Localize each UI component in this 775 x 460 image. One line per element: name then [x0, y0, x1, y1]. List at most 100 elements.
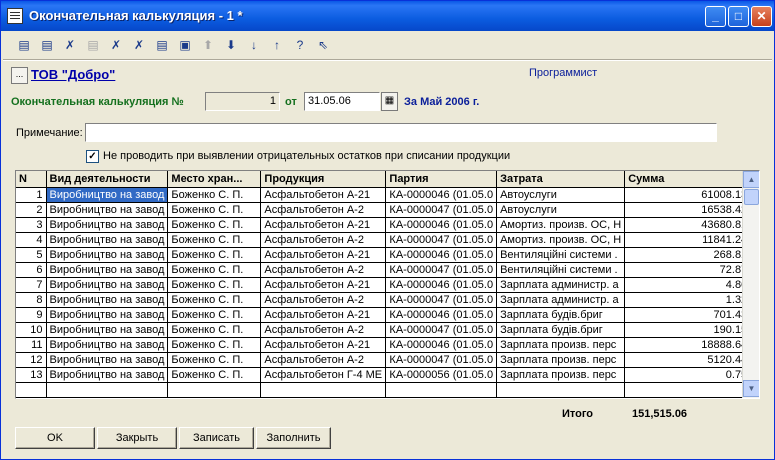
maximize-button[interactable]: □ [728, 6, 749, 27]
table-cell[interactable]: 10 [16, 322, 47, 338]
table-cell[interactable]: КА-0000056 (01.05.0 [385, 367, 498, 383]
help-icon[interactable]: ? [291, 36, 309, 54]
table-cell[interactable]: Амортиз. произв. ОС, Н [496, 217, 626, 233]
table-cell[interactable]: 11841.24 [624, 232, 752, 248]
sort-desc-icon[interactable]: ↑ [268, 36, 286, 54]
note-field[interactable] [85, 123, 717, 142]
table-cell[interactable]: Боженко С. П. [167, 217, 262, 233]
date-field[interactable]: 31.05.06 [304, 92, 380, 111]
save-button[interactable]: Записать [179, 427, 254, 449]
table-row[interactable]: 11 Виробництво на завод Боженко С. П. Асфал… [16, 337, 752, 353]
sort-asc-icon[interactable]: ↓ [245, 36, 263, 54]
column-header[interactable]: N [16, 171, 47, 188]
table-cell[interactable]: 5 [16, 247, 47, 263]
table-cell[interactable]: Автоуслуги [496, 202, 626, 218]
table-cell[interactable]: Боженко С. П. [167, 292, 262, 308]
organization-select-button[interactable]: ... [11, 67, 28, 84]
table-cell[interactable]: Виробництво на завод [46, 217, 169, 233]
table-cell[interactable]: Зарплата администр. а [496, 292, 626, 308]
scroll-up-icon[interactable]: ▲ [743, 171, 759, 188]
table-row[interactable]: 5 Виробництво на завод Боженко С. П. Асфаль… [16, 247, 752, 263]
table-cell[interactable]: 701.43 [624, 307, 752, 323]
table-cell[interactable]: КА-0000047 (01.05.0 [385, 232, 498, 248]
table-cell[interactable]: КА-0000047 (01.05.0 [385, 262, 498, 278]
table-cell[interactable]: 18888.64 [624, 337, 752, 353]
table-cell[interactable]: КА-0000047 (01.05.0 [385, 352, 498, 368]
context-help-icon[interactable]: ⇖ [314, 36, 332, 54]
table-cell[interactable]: Боженко С. П. [167, 187, 262, 203]
table-cell[interactable]: 61008.13 [624, 187, 752, 203]
table-cell[interactable]: 43680.81 [624, 217, 752, 233]
table-cell[interactable]: 190.15 [624, 322, 752, 338]
edit-row-icon[interactable]: ▤ [84, 36, 102, 54]
table-row[interactable]: 9 Виробництво на завод Боженко С. П. Асфаль… [16, 307, 752, 323]
table-cell[interactable]: Боженко С. П. [167, 352, 262, 368]
table-cell[interactable]: Зарплата будів.бриг [496, 307, 626, 323]
table-cell[interactable]: КА-0000046 (01.05.0 [385, 307, 498, 323]
table-cell[interactable]: Боженко С. П. [167, 247, 262, 263]
table-cell[interactable]: КА-0000046 (01.05.0 [385, 337, 498, 353]
table-cell[interactable]: Виробництво на завод [46, 352, 169, 368]
title-bar[interactable]: Окончательная калькуляция - 1 * _ □ ✕ [1, 1, 774, 31]
table-cell[interactable]: Асфальтобетон А-2 [260, 232, 387, 248]
table-cell[interactable]: 1.32 [624, 292, 752, 308]
table-cell[interactable]: Асфальтобетон А-2 [260, 202, 387, 218]
move-up-icon[interactable]: ⬆ [199, 36, 217, 54]
table-cell[interactable]: 13 [16, 367, 47, 383]
table-cell[interactable]: Боженко С. П. [167, 277, 262, 293]
table-cell[interactable]: Зарплата произв. перс [496, 367, 626, 383]
table-cell[interactable]: Виробництво на завод [46, 277, 169, 293]
table-cell[interactable]: Зарплата будів.бриг [496, 322, 626, 338]
table-cell[interactable]: 4.86 [624, 277, 752, 293]
table-cell[interactable]: Асфальтобетон А-21 [260, 337, 387, 353]
column-header[interactable]: Вид деятельности [46, 171, 169, 188]
negative-stock-checkbox[interactable]: ✓ [86, 150, 99, 163]
table-cell[interactable]: Боженко С. П. [167, 367, 262, 383]
table-cell[interactable]: Боженко С. П. [167, 232, 262, 248]
table-row[interactable]: 6 Виробництво на завод Боженко С. П. Асфаль… [16, 262, 752, 278]
table-cell[interactable]: Зарплата произв. перс [496, 352, 626, 368]
document-number-field[interactable]: 1 [205, 92, 280, 111]
table-cell[interactable]: Асфальтобетон А-2 [260, 292, 387, 308]
minimize-button[interactable]: _ [705, 6, 726, 27]
table-cell[interactable]: Асфальтобетон А-2 [260, 322, 387, 338]
delete-mark-icon[interactable]: ✗ [107, 36, 125, 54]
table-cell[interactable]: Асфальтобетон Г-4 МЕ [260, 367, 387, 383]
table-row[interactable]: 10 Виробництво на завод Боженко С. П. Асфал… [16, 322, 752, 338]
table-cell[interactable]: КА-0000046 (01.05.0 [385, 247, 498, 263]
calendar-icon[interactable]: ▦ [381, 92, 398, 111]
table-cell[interactable]: Виробництво на завод [46, 187, 169, 203]
table-cell[interactable]: Виробництво на завод [46, 337, 169, 353]
table-scrollbar[interactable]: ▲ ▼ [742, 171, 759, 398]
table-cell[interactable]: Виробництво на завод [46, 322, 169, 338]
table-cell[interactable]: 11 [16, 337, 47, 353]
table-row[interactable]: 2 Виробництво на завод Боженко С. П. Асфаль… [16, 202, 752, 218]
table-cell[interactable]: 2 [16, 202, 47, 218]
table-cell[interactable]: КА-0000046 (01.05.0 [385, 277, 498, 293]
table-cell[interactable]: 8 [16, 292, 47, 308]
table-cell[interactable]: Виробництво на завод [46, 307, 169, 323]
table-cell[interactable]: КА-0000046 (01.05.0 [385, 217, 498, 233]
add-row-icon[interactable]: ▤ [15, 36, 33, 54]
table-cell[interactable]: Асфальтобетон А-21 [260, 277, 387, 293]
table-cell[interactable]: 5120.44 [624, 352, 752, 368]
move-down-icon[interactable]: ⬇ [222, 36, 240, 54]
clear-mark-icon[interactable]: ✗ [130, 36, 148, 54]
insert-icon[interactable]: ▣ [176, 36, 194, 54]
table-cell[interactable]: Боженко С. П. [167, 322, 262, 338]
table-cell[interactable]: Боженко С. П. [167, 202, 262, 218]
table-cell[interactable]: Виробництво на завод [46, 202, 169, 218]
table-cell[interactable]: КА-0000047 (01.05.0 [385, 292, 498, 308]
table-cell[interactable]: Зарплата администр. а [496, 277, 626, 293]
table-cell[interactable]: Автоуслуги [496, 187, 626, 203]
table-cell[interactable]: 1 [16, 187, 47, 203]
ok-button[interactable]: OK [15, 427, 95, 449]
table-row[interactable]: 13 Виробництво на завод Боженко С. П. Асфал… [16, 367, 752, 383]
table-cell[interactable]: 72.87 [624, 262, 752, 278]
table-row[interactable]: 7 Виробництво на завод Боженко С. П. Асфаль… [16, 277, 752, 293]
table-row[interactable]: 12 Виробництво на завод Боженко С. П. Асфал… [16, 352, 752, 368]
table-cell[interactable]: КА-0000046 (01.05.0 [385, 187, 498, 203]
delete-row-icon[interactable]: ✗ [61, 36, 79, 54]
copy-row-icon[interactable]: ▤ [38, 36, 56, 54]
table-cell[interactable]: Вентиляційні системи . [496, 262, 626, 278]
